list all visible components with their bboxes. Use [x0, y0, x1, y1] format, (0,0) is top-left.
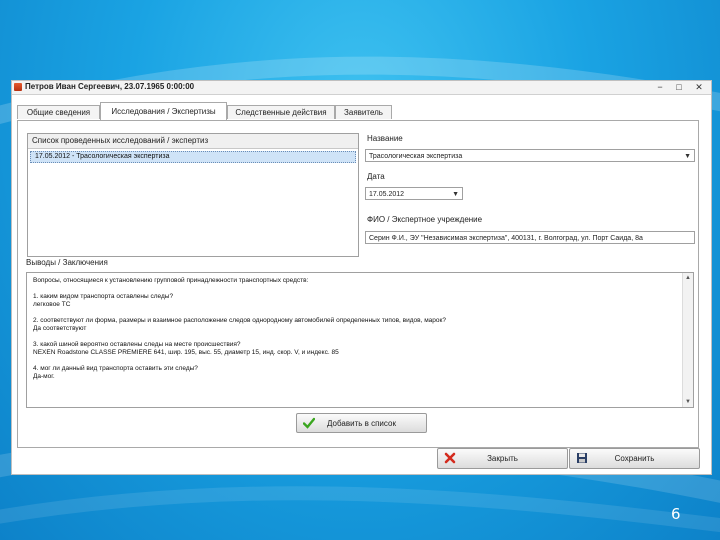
- close-window-button[interactable]: ✕: [692, 81, 706, 93]
- conclusions-scrollbar[interactable]: ▲ ▼: [682, 273, 693, 407]
- tab-applicant[interactable]: Заявитель: [335, 105, 392, 119]
- window-title: Петров Иван Сергеевич, 23.07.1965 0:00:0…: [25, 82, 195, 91]
- date-label: Дата: [367, 172, 385, 181]
- minimize-button[interactable]: −: [653, 81, 667, 93]
- scroll-down-icon[interactable]: ▼: [685, 399, 691, 405]
- add-to-list-label: Добавить в список: [327, 419, 396, 428]
- slide-page-number: 6: [671, 505, 681, 523]
- date-picker-value: 17.05.2012: [369, 191, 405, 198]
- chevron-down-icon[interactable]: ▼: [684, 150, 691, 161]
- title-bar[interactable]: Петров Иван Сергеевич, 23.07.1965 0:00:0…: [12, 81, 711, 95]
- close-button[interactable]: Закрыть: [437, 448, 568, 469]
- date-picker[interactable]: 17.05.2012 ▼: [365, 187, 463, 200]
- app-icon: [14, 83, 22, 91]
- name-label: Название: [367, 134, 403, 143]
- add-to-list-button[interactable]: Добавить в список: [296, 413, 427, 433]
- tab-research-expertise[interactable]: Исследования / Экспертизы: [100, 102, 227, 120]
- tab-general-info[interactable]: Общие сведения: [17, 105, 100, 119]
- chevron-down-icon[interactable]: ▼: [452, 188, 459, 199]
- conclusions-text: Вопросы, относящиеся к установлению груп…: [33, 277, 446, 380]
- save-button-label: Сохранить: [614, 454, 655, 463]
- expert-label: ФИО / Экспертное учреждение: [367, 215, 483, 224]
- conclusions-label: Выводы / Заключения: [26, 258, 108, 267]
- maximize-button[interactable]: □: [672, 81, 686, 93]
- research-list-header: Список проведенных исследований / экспер…: [28, 134, 358, 149]
- name-select[interactable]: Трасологическая экспертиза ▼: [365, 149, 695, 162]
- expert-field[interactable]: Серин Ф.И., ЭУ "Независимая экспертиза",…: [365, 231, 695, 244]
- save-button[interactable]: Сохранить: [569, 448, 700, 469]
- scroll-up-icon[interactable]: ▲: [685, 275, 691, 281]
- tab-investigative-actions[interactable]: Следственные действия: [227, 105, 335, 119]
- name-select-value: Трасологическая экспертиза: [369, 153, 463, 160]
- research-list[interactable]: Список проведенных исследований / экспер…: [27, 133, 359, 257]
- conclusions-textarea[interactable]: Вопросы, относящиеся к установлению груп…: [26, 272, 694, 408]
- list-item[interactable]: 17.05.2012 - Трасологическая экспертиза: [30, 151, 356, 163]
- close-button-label: Закрыть: [487, 454, 518, 463]
